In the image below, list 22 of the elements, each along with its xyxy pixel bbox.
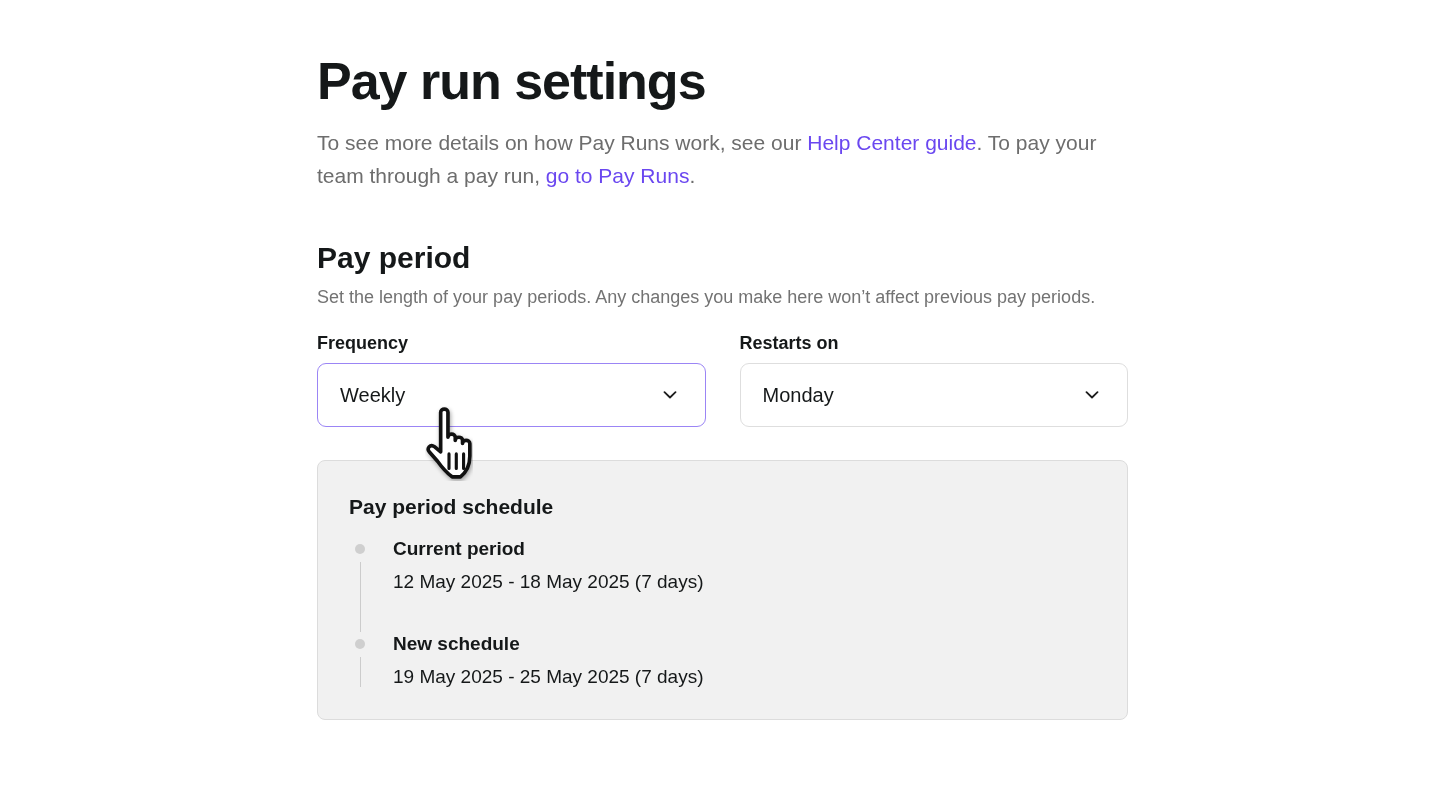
period-name: Current period: [393, 537, 526, 561]
dropdown[interactable]: Weekly: [317, 363, 706, 427]
link[interactable]: Help Center guide: [807, 131, 977, 154]
schedule-title: Pay period schedule: [349, 495, 555, 519]
field-label: Restarts on: [739, 332, 839, 355]
dropdown[interactable]: Monday: [739, 363, 1128, 427]
timeline-line: [359, 562, 361, 632]
section-heading: Pay period: [317, 240, 472, 276]
section-description: Set the length of your pay periods. Any changes you make here won’t affect previous pay periods.: [317, 286, 1097, 309]
period-dates: 12 May 2025 - 18 May 2025 (7 days): [393, 570, 704, 594]
field-label: Frequency: [317, 332, 409, 355]
chevron-down-icon: [662, 391, 677, 399]
period-name: New schedule: [393, 632, 521, 656]
period-dates: 19 May 2025 - 25 May 2025 (7 days): [393, 665, 704, 689]
timeline-line: [359, 657, 361, 687]
intro-paragraph: To see more details on how Pay Runs work, see our Help Center guide. To pay your team through a pay run, go to Pay Runs.: [317, 130, 1098, 189]
timeline-dot: [355, 544, 365, 554]
link[interactable]: go to Pay Runs: [545, 164, 690, 187]
hand-cursor-icon: [425, 406, 473, 481]
chevron-down-icon: [1085, 391, 1099, 399]
page-title: Pay run settings: [317, 51, 707, 112]
timeline-dot: [355, 639, 365, 649]
